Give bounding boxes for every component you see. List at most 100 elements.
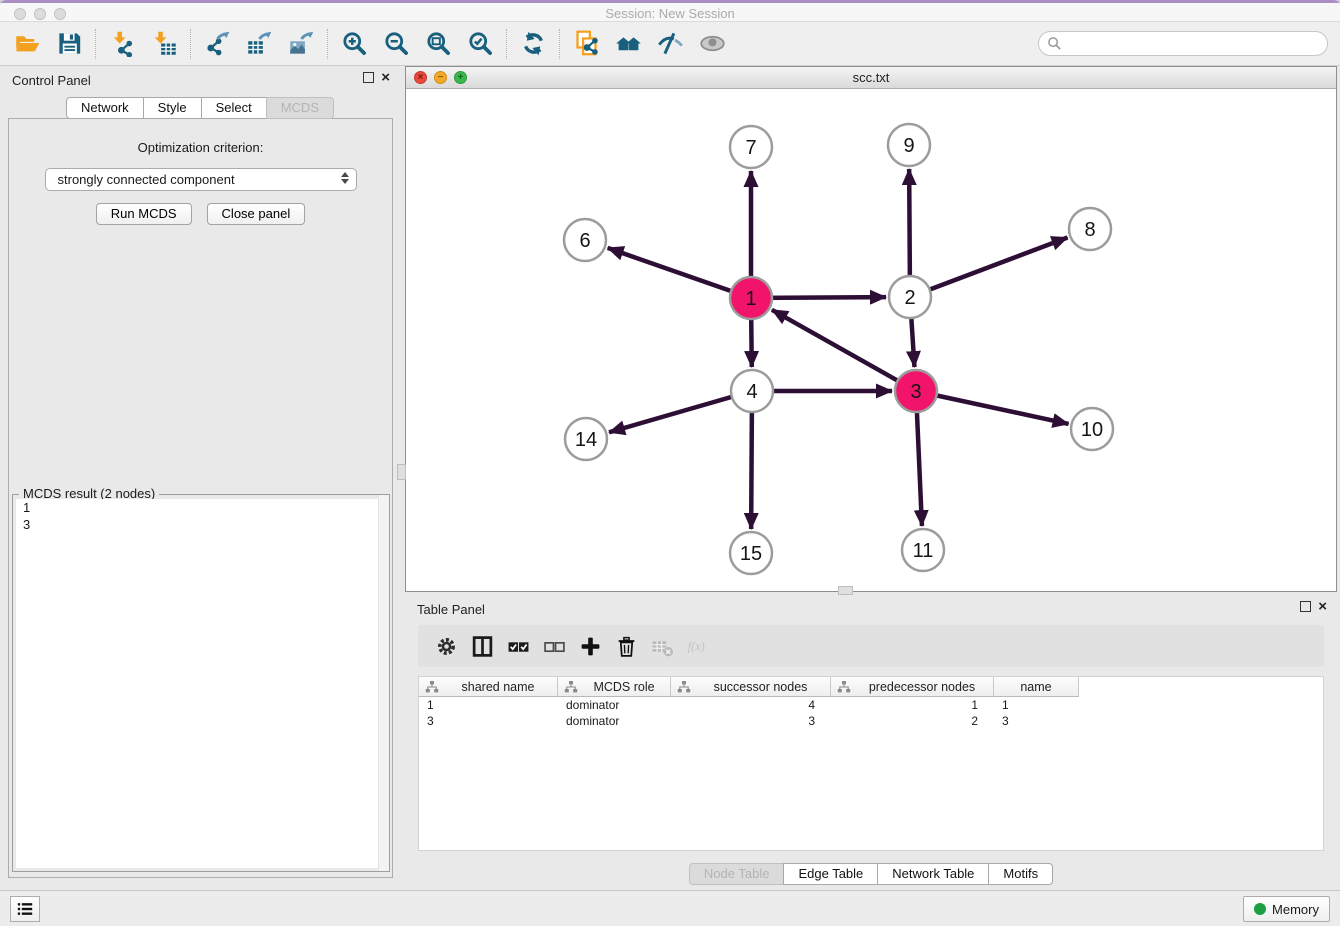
graph-node-3[interactable]: 3 bbox=[895, 370, 937, 412]
table-cell[interactable]: 1 bbox=[831, 697, 994, 713]
zoom-in-icon[interactable] bbox=[337, 27, 371, 61]
mcds-result-value[interactable]: 3 bbox=[16, 516, 386, 533]
vertical-splitter-handle[interactable] bbox=[397, 464, 406, 480]
graph-edge-3-1[interactable] bbox=[772, 310, 916, 391]
search-field[interactable] bbox=[1038, 31, 1328, 56]
graph-edge-4-14[interactable] bbox=[609, 391, 752, 432]
export-table-icon[interactable] bbox=[242, 27, 276, 61]
graph-edge-2-8[interactable] bbox=[910, 237, 1068, 297]
tab-node-table[interactable]: Node Table bbox=[689, 863, 785, 885]
table-cell[interactable]: 3 bbox=[994, 713, 1079, 729]
graph-node-11[interactable]: 11 bbox=[902, 529, 944, 571]
table-panel-float-icon[interactable] bbox=[1300, 601, 1311, 612]
import-network-icon[interactable] bbox=[105, 27, 139, 61]
hierarchy-icon bbox=[425, 680, 439, 694]
export-image-icon[interactable] bbox=[284, 27, 318, 61]
hierarchy-icon bbox=[564, 680, 578, 694]
table-panel-close-icon[interactable]: × bbox=[1318, 601, 1327, 612]
graph-node-1[interactable]: 1 bbox=[730, 277, 772, 319]
settings-gear-icon[interactable] bbox=[428, 630, 464, 662]
graph-node-15[interactable]: 15 bbox=[730, 532, 772, 574]
hide-graphics-details-icon[interactable] bbox=[653, 27, 687, 61]
deselect-all-columns-icon[interactable] bbox=[536, 630, 572, 662]
graph-node-label: 7 bbox=[745, 137, 756, 159]
toolbar-separator bbox=[506, 29, 507, 59]
delete-entry-icon[interactable] bbox=[608, 630, 644, 662]
tab-motifs[interactable]: Motifs bbox=[988, 863, 1053, 885]
task-history-button[interactable] bbox=[10, 896, 40, 922]
toolbar-separator bbox=[190, 29, 191, 59]
close-panel-button[interactable]: Close panel bbox=[207, 203, 306, 225]
column-header-label: successor nodes bbox=[691, 680, 830, 694]
column-header-predecessor-nodes[interactable]: predecessor nodes bbox=[831, 677, 994, 697]
control-panel-title: Control Panel bbox=[12, 73, 91, 88]
graph-edge-1-6[interactable] bbox=[608, 248, 751, 298]
memory-button[interactable]: Memory bbox=[1243, 896, 1330, 922]
graph-node-8[interactable]: 8 bbox=[1069, 208, 1111, 250]
mcds-result-value[interactable]: 1 bbox=[16, 499, 386, 516]
refresh-icon[interactable] bbox=[516, 27, 550, 61]
search-input[interactable] bbox=[1062, 36, 1327, 51]
table-row[interactable]: 3dominator323 bbox=[419, 713, 1323, 729]
graph-node-4[interactable]: 4 bbox=[731, 370, 773, 412]
tab-mcds[interactable]: MCDS bbox=[266, 97, 334, 119]
graph-node-label: 9 bbox=[903, 135, 914, 157]
graph-node-6[interactable]: 6 bbox=[564, 219, 606, 261]
application-window: Session: New Session Control Panel × Net… bbox=[0, 0, 1340, 926]
table-cell[interactable]: 4 bbox=[671, 697, 831, 713]
column-header-successor-nodes[interactable]: successor nodes bbox=[671, 677, 831, 697]
zoom-fit-icon[interactable] bbox=[421, 27, 455, 61]
window-title: Session: New Session bbox=[0, 6, 1340, 21]
graph-edge-3-10[interactable] bbox=[916, 391, 1069, 424]
optimization-criterion-select[interactable]: strongly connected component bbox=[45, 168, 357, 191]
tab-style[interactable]: Style bbox=[143, 97, 202, 119]
mcds-result-list[interactable]: 13 bbox=[16, 499, 386, 868]
network-canvas[interactable]: 1 2 3 4 6 7 8 9 10 11 14 15 bbox=[406, 89, 1336, 591]
tab-edge-table[interactable]: Edge Table bbox=[783, 863, 878, 885]
import-table-icon[interactable] bbox=[147, 27, 181, 61]
table-cell[interactable]: 2 bbox=[831, 713, 994, 729]
save-session-icon[interactable] bbox=[52, 27, 86, 61]
table-cell[interactable]: dominator bbox=[558, 697, 671, 713]
result-scrollbar[interactable] bbox=[378, 495, 389, 871]
memory-status-icon bbox=[1254, 903, 1266, 915]
tab-select[interactable]: Select bbox=[201, 97, 267, 119]
node-table-header: shared nameMCDS role successor nodes prede… bbox=[419, 677, 1323, 697]
graph-node-10[interactable]: 10 bbox=[1071, 408, 1113, 450]
table-cell[interactable]: 3 bbox=[671, 713, 831, 729]
column-header-name[interactable]: name bbox=[994, 677, 1079, 697]
column-layout-icon[interactable] bbox=[464, 630, 500, 662]
horizontal-splitter-handle[interactable] bbox=[838, 586, 853, 595]
control-panel-float-icon[interactable] bbox=[363, 72, 374, 83]
table-cell[interactable]: 3 bbox=[419, 713, 558, 729]
control-panel-close-icon[interactable]: × bbox=[381, 72, 390, 83]
graph-node-7[interactable]: 7 bbox=[730, 126, 772, 168]
run-mcds-button[interactable]: Run MCDS bbox=[96, 203, 192, 225]
tab-network[interactable]: Network bbox=[66, 97, 144, 119]
column-header-label: predecessor nodes bbox=[851, 680, 993, 694]
graph-node-2[interactable]: 2 bbox=[889, 276, 931, 318]
add-entry-icon[interactable] bbox=[572, 630, 608, 662]
network-window-titlebar[interactable]: × − + scc.txt bbox=[406, 67, 1336, 89]
houses-icon[interactable] bbox=[611, 27, 645, 61]
zoom-selected-icon[interactable] bbox=[463, 27, 497, 61]
graph-node-label: 4 bbox=[746, 381, 757, 403]
column-header-shared-name[interactable]: shared name bbox=[419, 677, 558, 697]
column-header-MCDS-role[interactable]: MCDS role bbox=[558, 677, 671, 697]
export-network-icon[interactable] bbox=[200, 27, 234, 61]
table-row[interactable]: 1dominator411 bbox=[419, 697, 1323, 713]
graph-node-14[interactable]: 14 bbox=[565, 418, 607, 460]
open-session-icon[interactable] bbox=[10, 27, 44, 61]
table-cell[interactable]: 1 bbox=[419, 697, 558, 713]
table-cell[interactable]: dominator bbox=[558, 713, 671, 729]
duplicate-network-icon[interactable] bbox=[569, 27, 603, 61]
toolbar-separator bbox=[559, 29, 560, 59]
select-all-columns-icon[interactable] bbox=[500, 630, 536, 662]
graph-node-9[interactable]: 9 bbox=[888, 124, 930, 166]
toolbar-separator bbox=[327, 29, 328, 59]
tab-network-table[interactable]: Network Table bbox=[877, 863, 989, 885]
zoom-out-icon[interactable] bbox=[379, 27, 413, 61]
table-cell[interactable]: 1 bbox=[994, 697, 1079, 713]
table-type-tabs: Node TableEdge TableNetwork TableMotifs bbox=[405, 863, 1337, 885]
show-graphics-details-icon[interactable] bbox=[695, 27, 729, 61]
